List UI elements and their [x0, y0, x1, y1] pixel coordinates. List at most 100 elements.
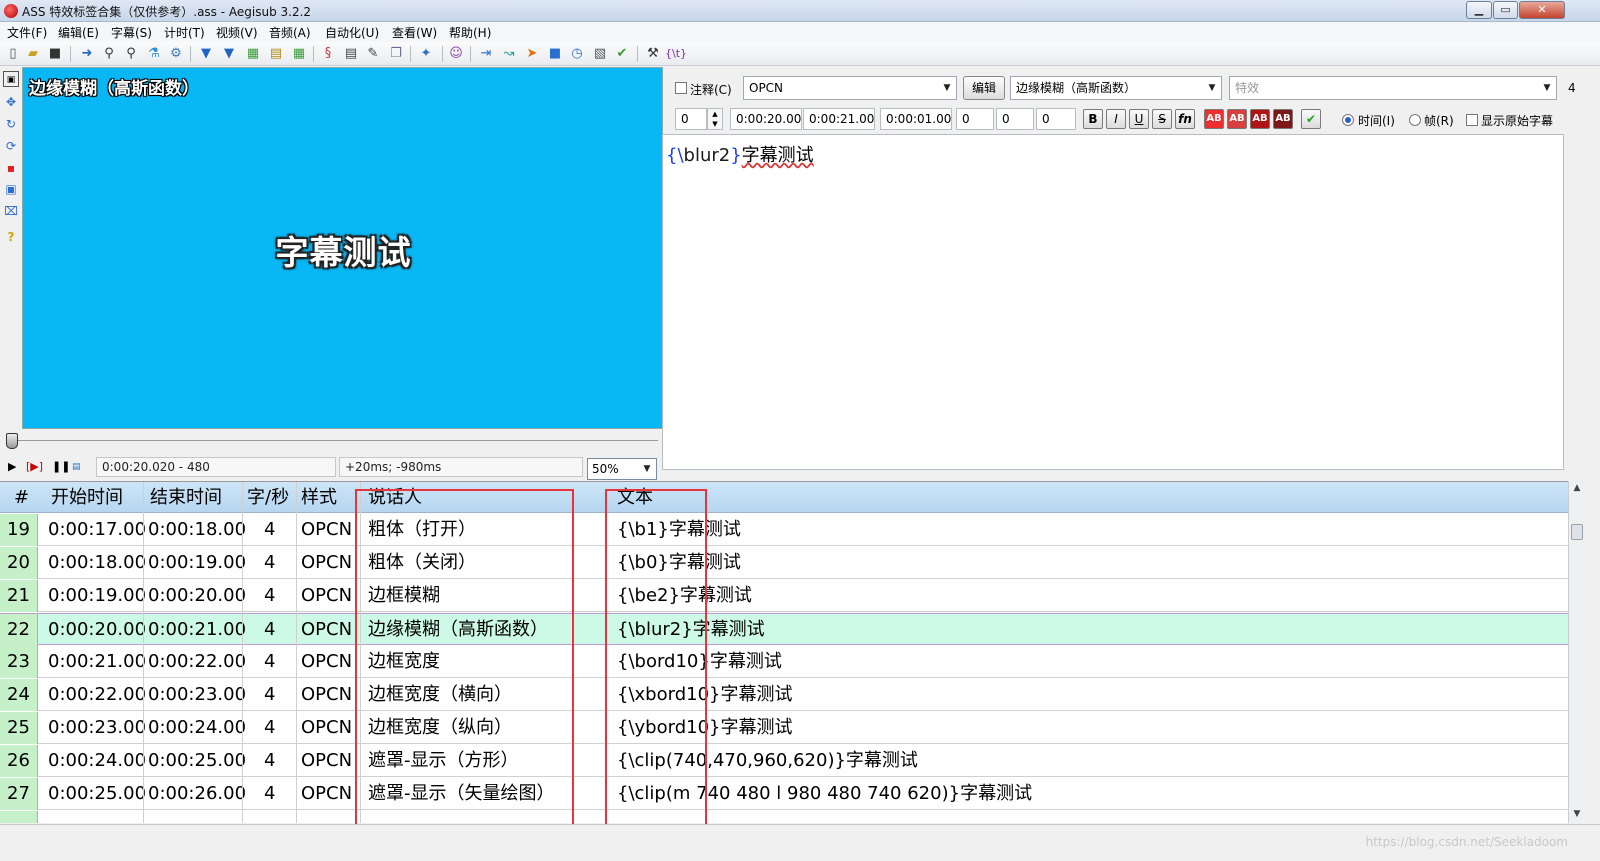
menu-subtitle[interactable]: 字幕(S) — [111, 24, 152, 41]
italic-button[interactable]: I — [1106, 109, 1126, 129]
scroll-up-icon[interactable]: ▲ — [1569, 481, 1585, 495]
layer-spinner[interactable]: ▲ ▼ — [707, 108, 723, 130]
standard-tool-icon[interactable]: ▣ — [3, 71, 19, 87]
actor-dropdown[interactable]: 边缘模糊（高斯函数） ▼ — [1010, 76, 1222, 100]
video-display[interactable]: 边缘模糊（高斯函数） 字幕测试 — [22, 67, 663, 429]
video-seek-bar[interactable] — [0, 430, 663, 452]
effect-dropdown[interactable]: 特效 ▼ — [1229, 76, 1557, 100]
new-file-icon[interactable]: ▯ — [4, 45, 22, 63]
duration-field[interactable]: 0:00:01.00 — [880, 108, 952, 130]
menu-video[interactable]: 视频(V) — [216, 24, 258, 41]
strikeout-button[interactable]: S — [1152, 109, 1172, 129]
zoom-in-icon[interactable]: ⚲ — [100, 45, 118, 63]
assistant-icon[interactable]: ☺ — [447, 45, 465, 63]
table-row[interactable]: 25 0:00:23.00 0:00:24.00 4 OPCN 边框宽度（纵向）… — [0, 712, 1568, 744]
script-props-icon[interactable]: ⚗ — [145, 45, 163, 63]
save-icon[interactable]: ■ — [46, 45, 64, 63]
close-button[interactable]: ✕ — [1519, 1, 1565, 19]
automation-icon[interactable]: § — [319, 45, 337, 63]
minimize-button[interactable]: ▁ — [1466, 1, 1492, 19]
spellcheck-icon[interactable]: ✦ — [417, 45, 435, 63]
table-row[interactable]: 20 0:00:18.00 0:00:19.00 4 OPCN 粗体（关闭） {… — [0, 547, 1568, 579]
vector-clip-icon[interactable]: ⌧ — [3, 203, 19, 219]
subtitle-text-editor[interactable]: {\blur2}字幕测试 — [662, 134, 1564, 470]
table-row[interactable]: 27 0:00:25.00 0:00:26.00 4 OPCN 遮罩-显示（矢量… — [0, 778, 1568, 810]
video-time-field[interactable]: 0:00:20.020 - 480 — [96, 457, 336, 477]
style-dropdown[interactable]: OPCN ▼ — [743, 76, 957, 100]
maximize-button[interactable]: ▭ — [1493, 1, 1518, 19]
table-row[interactable]: 26 0:00:24.00 0:00:25.00 4 OPCN 遮罩-显示（方形… — [0, 745, 1568, 777]
scroll-down-icon[interactable]: ▼ — [1569, 807, 1585, 821]
edit-style-button[interactable]: 编辑 — [963, 76, 1005, 100]
drag-tool-icon[interactable]: ✥ — [3, 94, 19, 110]
secondary-color-button[interactable]: AB — [1227, 109, 1247, 129]
style-manager-icon[interactable]: ▼ — [197, 45, 215, 63]
pause-icon[interactable]: ❚❚ — [52, 459, 70, 475]
tag-icon[interactable]: ✎ — [364, 45, 382, 63]
play-line-icon[interactable]: [▶] — [26, 459, 43, 475]
font-button[interactable]: fn — [1175, 109, 1195, 129]
zoom-value: 50% — [592, 462, 619, 476]
layer-field[interactable]: 0 — [675, 108, 707, 130]
seek-handle[interactable] — [6, 433, 18, 449]
table-row[interactable]: 23 0:00:21.00 0:00:22.00 4 OPCN 边框宽度 {\b… — [0, 646, 1568, 678]
menu-file[interactable]: 文件(F) — [7, 24, 47, 41]
bold-button[interactable]: B — [1083, 109, 1103, 129]
grid-scrollbar[interactable]: ▲ ▼ — [1568, 481, 1584, 823]
menu-timing[interactable]: 计时(T) — [164, 24, 205, 41]
menu-automation[interactable]: 自动化(U) — [325, 24, 379, 41]
styles-icon[interactable]: ▼ — [220, 45, 238, 63]
shadow-color-button[interactable]: AB — [1273, 109, 1293, 129]
autoscroll-icon[interactable]: ▤ — [72, 459, 81, 475]
snap-icon[interactable]: ↝ — [500, 45, 518, 63]
jump-to-icon[interactable]: ➜ — [78, 45, 96, 63]
rotate-z-icon[interactable]: ↻ — [3, 116, 19, 132]
table-row-selected[interactable]: 22 0:00:20.00 0:00:21.00 4 OPCN 边缘模糊（高斯函… — [0, 613, 1568, 646]
film-icon[interactable]: ▤ — [267, 45, 285, 63]
time-radio[interactable] — [1342, 114, 1354, 126]
notepad-icon[interactable]: ▤ — [342, 45, 360, 63]
toggle-tags-button[interactable]: {\t} — [664, 45, 688, 63]
end-time-field[interactable]: 0:00:21.00 — [803, 108, 875, 130]
outline-color-button[interactable]: AB — [1250, 109, 1270, 129]
rotate-xy-icon[interactable]: ⟳ — [3, 138, 19, 154]
margin-right-field[interactable]: 0 — [996, 108, 1034, 130]
resample-icon[interactable]: ▧ — [591, 45, 609, 63]
play-icon[interactable]: ▶ — [8, 459, 16, 475]
comment-checkbox[interactable] — [675, 82, 687, 94]
attachments-icon[interactable]: ⚙ — [167, 45, 185, 63]
check-icon[interactable]: ✔ — [613, 45, 631, 63]
translation-icon[interactable]: ▦ — [290, 45, 308, 63]
clock-icon[interactable]: ◷ — [568, 45, 586, 63]
table-row-partial[interactable] — [0, 811, 1568, 823]
zoom-out-icon[interactable]: ⚲ — [122, 45, 140, 63]
menu-help[interactable]: 帮助(H) — [449, 24, 491, 41]
open-file-icon[interactable]: ▰ — [24, 45, 42, 63]
help-icon[interactable]: ? — [3, 229, 19, 245]
underline-button[interactable]: U — [1129, 109, 1149, 129]
primary-color-button[interactable]: AB — [1204, 109, 1224, 129]
timing-postprocessor-icon[interactable]: ➤ — [523, 45, 541, 63]
margin-vertical-field[interactable]: 0 — [1036, 108, 1076, 130]
menu-audio[interactable]: 音频(A) — [269, 24, 311, 41]
menu-edit[interactable]: 编辑(E) — [58, 24, 99, 41]
margin-left-field[interactable]: 0 — [956, 108, 994, 130]
scale-tool-icon[interactable]: ▪ — [3, 160, 19, 176]
start-time-field[interactable]: 0:00:20.00 — [730, 108, 802, 130]
scroll-thumb[interactable] — [1571, 524, 1583, 540]
options-icon[interactable]: ⚒ — [644, 45, 662, 63]
commit-button[interactable]: ✔ — [1301, 109, 1321, 129]
shift-times-icon[interactable]: ⇥ — [477, 45, 495, 63]
kanji-timer-icon[interactable]: ■ — [546, 45, 564, 63]
copy-icon[interactable]: ❐ — [387, 45, 405, 63]
menu-view[interactable]: 查看(W) — [392, 24, 437, 41]
subtitle-grid[interactable]: # 开始时间 结束时间 字/秒 样式 说话人 文本 19 0:00:17.00 … — [0, 481, 1568, 823]
show-original-checkbox[interactable] — [1466, 114, 1478, 126]
table-row[interactable]: 19 0:00:17.00 0:00:18.00 4 OPCN 粗体（打开） {… — [0, 514, 1568, 546]
table-row[interactable]: 21 0:00:19.00 0:00:20.00 4 OPCN 边框模糊 {\b… — [0, 580, 1568, 612]
clip-tool-icon[interactable]: ▣ — [3, 181, 19, 197]
zoom-dropdown[interactable]: 50% ▼ — [587, 458, 657, 480]
frame-radio[interactable] — [1409, 114, 1421, 126]
grid-icon[interactable]: ▦ — [244, 45, 262, 63]
table-row[interactable]: 24 0:00:22.00 0:00:23.00 4 OPCN 边框宽度（横向）… — [0, 679, 1568, 711]
